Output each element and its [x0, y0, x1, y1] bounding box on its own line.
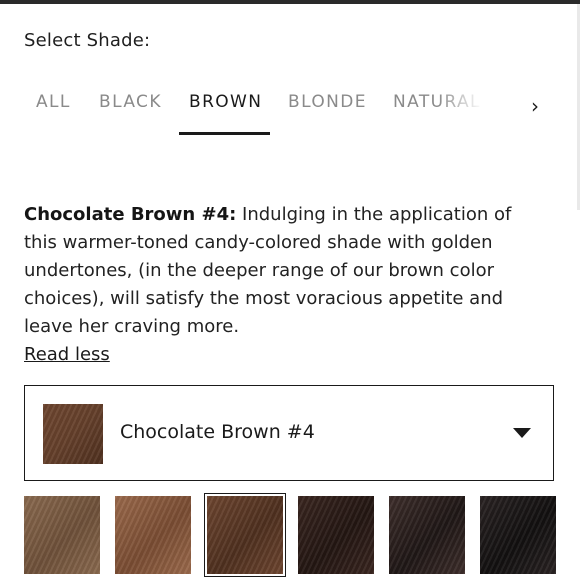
shade-swatch-row	[0, 493, 580, 580]
active-tab-indicator	[179, 132, 270, 135]
tab-natural[interactable]: NATURAL	[393, 92, 481, 112]
select-shade-label: Select Shade:	[24, 30, 151, 51]
shade-swatch-3[interactable]	[204, 493, 286, 577]
shade-swatch-6[interactable]	[480, 496, 556, 574]
shade-swatch-2[interactable]	[115, 496, 191, 574]
tab-all[interactable]: ALL	[36, 92, 71, 112]
shade-swatch-4[interactable]	[298, 496, 374, 574]
tab-black[interactable]: BLACK	[99, 92, 162, 112]
shade-description: Chocolate Brown #4: Indulging in the app…	[24, 201, 544, 341]
caret-down-icon	[513, 428, 531, 438]
chevron-right-icon[interactable]: ›	[524, 92, 546, 120]
shade-swatch-1[interactable]	[24, 496, 100, 574]
selected-shade-swatch	[43, 404, 103, 464]
top-border	[0, 0, 580, 4]
shade-category-tabs: ALL BLACK BROWN BLONDE NATURAL ›	[0, 92, 580, 136]
shade-select-dropdown[interactable]: Chocolate Brown #4	[24, 385, 554, 481]
shade-swatch-5[interactable]	[389, 496, 465, 574]
tab-blonde[interactable]: BLONDE	[288, 92, 367, 112]
selected-shade-value: Chocolate Brown #4	[120, 421, 315, 443]
tab-brown[interactable]: BROWN	[189, 92, 262, 112]
shade-name: Chocolate Brown #4:	[24, 204, 237, 225]
read-less-link[interactable]: Read less	[24, 341, 110, 369]
